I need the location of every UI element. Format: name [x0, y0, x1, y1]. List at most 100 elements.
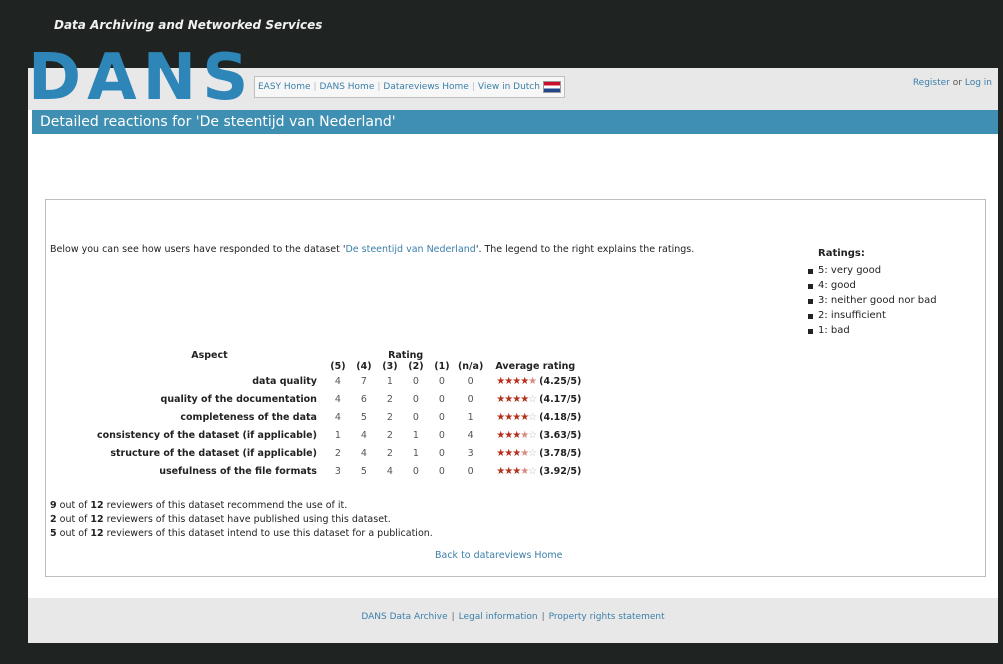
star-icon: ★ [512, 393, 521, 405]
footer-property-rights[interactable]: Property rights statement [549, 612, 665, 622]
star-rating-icon: ★★★★☆ [496, 447, 537, 459]
top-nav: EASY Home | DANS Home | Datareviews Home | Vie… [254, 76, 565, 98]
rating-count: 4 [360, 447, 367, 459]
aspect-label: usefulness of the file formats [159, 465, 317, 477]
rating-count: 0 [467, 465, 474, 477]
auth-links: Register or Log in [913, 78, 992, 88]
average-value: (3.63/5) [539, 429, 582, 441]
rating-count: 0 [467, 375, 474, 387]
footer-separator: | [541, 612, 545, 622]
rating-count: 2 [386, 393, 393, 405]
average-value: (4.17/5) [539, 393, 582, 405]
site-tagline: Data Archiving and Networked Services [54, 18, 323, 32]
rating-count: 0 [438, 375, 445, 387]
average-value: (3.92/5) [539, 465, 582, 477]
table-row: completeness of the data 4 5 2 0 0 1 ★★★★☆ (4.18… [94, 408, 584, 426]
legend-title: Ratings: [818, 248, 865, 259]
aspect-label: quality of the documentation [160, 393, 317, 405]
star-icon: ★ [520, 429, 529, 441]
nav-dans-home[interactable]: DANS Home [320, 82, 375, 92]
average-rating: ★★★★☆ (3.63/5) [486, 426, 584, 444]
rating-count: 0 [438, 447, 445, 459]
ratings-table: Aspect Rating (5) (4) (3) (2) (1) (n/a) … [94, 350, 584, 480]
legend-item: 5: very good [806, 265, 937, 276]
rating-count: 0 [438, 411, 445, 423]
col-2: (2) [408, 361, 424, 372]
aspect-label: data quality [252, 375, 317, 387]
rating-count: 3 [467, 447, 474, 459]
nav-view-in-dutch[interactable]: View in Dutch [478, 82, 540, 92]
rating-count: 1 [412, 447, 419, 459]
table-row: consistency of the dataset (if applicabl… [94, 426, 584, 444]
rating-count: 1 [467, 411, 474, 423]
star-icon: ★ [512, 411, 521, 423]
footer-legal-information[interactable]: Legal information [459, 612, 538, 622]
star-icon: ★ [528, 375, 537, 387]
rating-count: 0 [412, 411, 419, 423]
footer-separator: | [451, 612, 455, 622]
login-link[interactable]: Log in [965, 78, 992, 88]
star-icon: ★ [512, 429, 521, 441]
rating-count: 4 [334, 375, 341, 387]
star-rating-icon: ★★★★☆ [496, 393, 537, 405]
rating-count: 7 [360, 375, 367, 387]
ratings-legend: Ratings: 5: very good 4: good 3: neither… [806, 248, 937, 340]
star-icon: ★ [512, 447, 521, 459]
average-rating: ★★★★☆ (3.78/5) [486, 444, 584, 462]
rating-count: 0 [412, 465, 419, 477]
header-rating: Rating [388, 350, 424, 361]
star-icon: ☆ [528, 393, 537, 405]
aspect-label: completeness of the data [180, 411, 317, 423]
star-icon: ★ [512, 465, 521, 477]
col-1: (1) [434, 361, 450, 372]
table-row: structure of the dataset (if applicable)… [94, 444, 584, 462]
rating-count: 3 [334, 465, 341, 477]
table-row: data quality 4 7 1 0 0 0 ★★★★★ (4.25/5) [94, 372, 584, 390]
page-title: Detailed reactions for 'De steentijd van… [32, 110, 998, 134]
intro-text: Below you can see how users have respond… [50, 244, 694, 255]
star-icon: ☆ [528, 411, 537, 423]
star-rating-icon: ★★★★☆ [496, 465, 537, 477]
register-link[interactable]: Register [913, 78, 950, 88]
rating-count: 4 [334, 411, 341, 423]
dans-logo[interactable]: DANS [28, 46, 254, 110]
rating-count: 4 [386, 465, 393, 477]
table-row: usefulness of the file formats 3 5 4 0 0 0 ★★★★… [94, 462, 584, 480]
summary-line: 5 out of 12 reviewers of this dataset in… [50, 528, 433, 539]
star-icon: ★ [520, 393, 529, 405]
dataset-link[interactable]: De steentijd van Nederland [345, 244, 475, 255]
legend-item: 4: good [806, 280, 937, 291]
star-rating-icon: ★★★★☆ [496, 429, 537, 441]
header-average: Average rating [495, 361, 576, 372]
rating-count: 0 [438, 393, 445, 405]
rating-count: 5 [360, 411, 367, 423]
average-rating: ★★★★★ (4.25/5) [486, 372, 584, 390]
aspect-label: consistency of the dataset (if applicabl… [97, 429, 317, 441]
legend-item: 2: insufficient [806, 310, 937, 321]
average-value: (4.25/5) [539, 375, 582, 387]
rating-count: 0 [412, 393, 419, 405]
col-3: (3) [382, 361, 398, 372]
legend-list: 5: very good 4: good 3: neither good nor… [806, 265, 937, 336]
rating-count: 2 [386, 429, 393, 441]
rating-count: 4 [334, 393, 341, 405]
netherlands-flag-icon[interactable] [542, 80, 561, 93]
nav-datareviews-home[interactable]: Datareviews Home [383, 82, 468, 92]
header-aspect: Aspect [191, 350, 228, 361]
rating-count: 6 [360, 393, 367, 405]
rating-count: 4 [467, 429, 474, 441]
browser-frame: Data Archiving and Networked Services DA… [0, 0, 1003, 664]
average-rating: ★★★★☆ (3.92/5) [486, 462, 584, 480]
star-icon: ★ [520, 411, 529, 423]
content-panel: Below you can see how users have respond… [45, 199, 986, 577]
nav-easy-home[interactable]: EASY Home [258, 82, 311, 92]
footer-dans-data-archive[interactable]: DANS Data Archive [361, 612, 447, 622]
auth-or: or [952, 78, 962, 88]
back-to-datareviews-link[interactable]: Back to datareviews Home [435, 550, 562, 561]
legend-item: 1: bad [806, 325, 937, 336]
average-rating: ★★★★☆ (4.18/5) [486, 408, 584, 426]
rating-count: 5 [360, 465, 367, 477]
rating-count: 2 [334, 447, 341, 459]
legend-item: 3: neither good nor bad [806, 295, 937, 306]
star-icon: ☆ [528, 465, 537, 477]
